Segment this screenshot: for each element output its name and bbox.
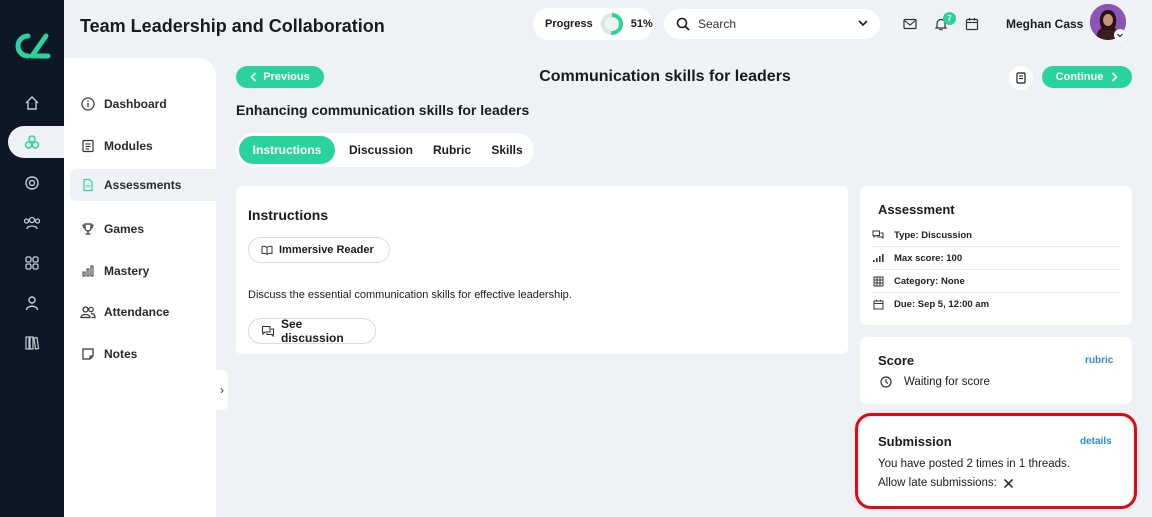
continue-label: Continue [1055,71,1104,83]
continue-button[interactable]: Continue [1042,66,1132,88]
assessment-due: Due: Sep 5, 12:00 am [894,299,990,310]
see-discussion-label: See discussion [281,317,344,345]
instructions-heading: Instructions [248,207,329,223]
assessment-heading: Assessment [878,202,955,217]
note-icon [80,346,96,362]
course-sidebar: Dashboard Modules Assessments Games Mast… [64,58,216,517]
page-title: Communication skills for leaders [539,68,791,85]
assessment-card: Assessment Type: Discussion Max score: 1… [860,186,1132,325]
immersive-reader-button[interactable]: Immersive Reader [248,237,390,263]
grid-icon[interactable] [20,251,44,275]
document-icon [80,138,96,154]
assessment-category-row: Category: None [872,270,1120,293]
tab-bar: Instructions Discussion Rubric Skills [236,133,534,167]
app-rail [0,0,68,517]
progress-widget: Progress 51% [533,8,653,40]
category-grid-icon [872,275,884,287]
chevron-right-icon: › [220,383,224,397]
previous-button[interactable]: Previous [236,66,324,88]
submission-highlight-outline [855,413,1137,509]
tab-rubric[interactable]: Rubric [426,136,478,164]
search-field[interactable]: Search [664,9,880,39]
search-icon [676,17,690,31]
chevron-down-icon[interactable] [856,16,870,33]
home-icon[interactable] [20,91,44,115]
user-icon[interactable] [20,291,44,315]
sidebar-item-mastery[interactable]: Mastery [70,255,216,287]
chat-icon [872,229,884,241]
book-open-icon [261,245,279,255]
people-icon [80,304,96,320]
calendar-icon[interactable] [964,16,980,32]
assessment-due-row: Due: Sep 5, 12:00 am [872,293,1120,316]
sidebar-item-games[interactable]: Games [70,213,216,245]
file-icon [80,177,96,193]
sidebar-item-label: Games [104,222,145,236]
tab-discussion[interactable]: Discussion [342,136,420,164]
tab-skills[interactable]: Skills [484,136,530,164]
progress-label: Progress [545,18,593,30]
instructions-body: Discuss the essential communication skil… [248,289,572,301]
trophy-icon [80,221,96,237]
score-status-row: Waiting for score [880,376,990,388]
section-subtitle: Enhancing communication skills for leade… [236,102,530,118]
rubric-link[interactable]: rubric [1085,355,1113,366]
clock-icon [880,376,892,388]
assessment-max-score-row: Max score: 100 [872,247,1120,270]
library-icon[interactable] [20,331,44,355]
score-status: Waiting for score [904,376,990,388]
sidebar-item-label: Modules [104,139,153,153]
sidebar-item-notes[interactable]: Notes [70,338,216,370]
progress-ring [600,13,623,35]
progress-value: 51% [630,18,653,30]
modules-cluster-icon[interactable] [20,130,44,154]
score-heading: Score [878,353,915,368]
course-title: Team Leadership and Collaboration [80,16,385,36]
search-input[interactable]: Search [698,17,736,31]
sidebar-item-assessments[interactable]: Assessments [70,169,216,201]
immersive-reader-label: Immersive Reader [279,244,374,256]
group-icon[interactable] [20,211,44,235]
sidebar-item-label: Dashboard [104,97,167,111]
mail-icon[interactable] [902,16,918,32]
sidebar-collapse-toggle[interactable]: › [216,370,228,410]
chat-icon [261,325,281,337]
target-icon[interactable] [20,171,44,195]
info-circle-icon [80,96,96,112]
chevron-down-icon[interactable] [1114,29,1126,41]
previous-label: Previous [263,71,310,83]
book-icon [1015,72,1027,84]
see-discussion-button[interactable]: See discussion [248,317,376,345]
chevron-left-icon [250,72,257,82]
app-logo[interactable] [12,30,52,62]
calendar-icon [872,299,884,311]
chevron-right-icon [1111,72,1118,82]
signal-icon [872,252,884,264]
instructions-card: Instructions Immersive Reader Discuss th… [236,186,848,354]
sidebar-item-modules[interactable]: Modules [70,130,216,162]
book-button[interactable] [1009,66,1033,90]
sidebar-item-label: Attendance [104,305,170,319]
assessment-type-row: Type: Discussion [872,224,1120,247]
tab-instructions[interactable]: Instructions [239,136,335,164]
bars-icon [80,263,96,279]
assessment-max-score: Max score: 100 [894,252,963,264]
score-card: Score rubric Waiting for score [860,337,1132,404]
sidebar-item-label: Notes [104,347,138,361]
sidebar-item-label: Assessments [104,178,182,192]
user-name[interactable]: Meghan Cass [1006,17,1083,31]
sidebar-item-dashboard[interactable]: Dashboard [70,88,216,120]
notification-badge: 7 [943,12,956,25]
sidebar-item-attendance[interactable]: Attendance [70,296,216,328]
assessment-category: Category: None [894,275,965,287]
assessment-type: Type: Discussion [894,229,972,241]
sidebar-item-label: Mastery [104,264,150,278]
